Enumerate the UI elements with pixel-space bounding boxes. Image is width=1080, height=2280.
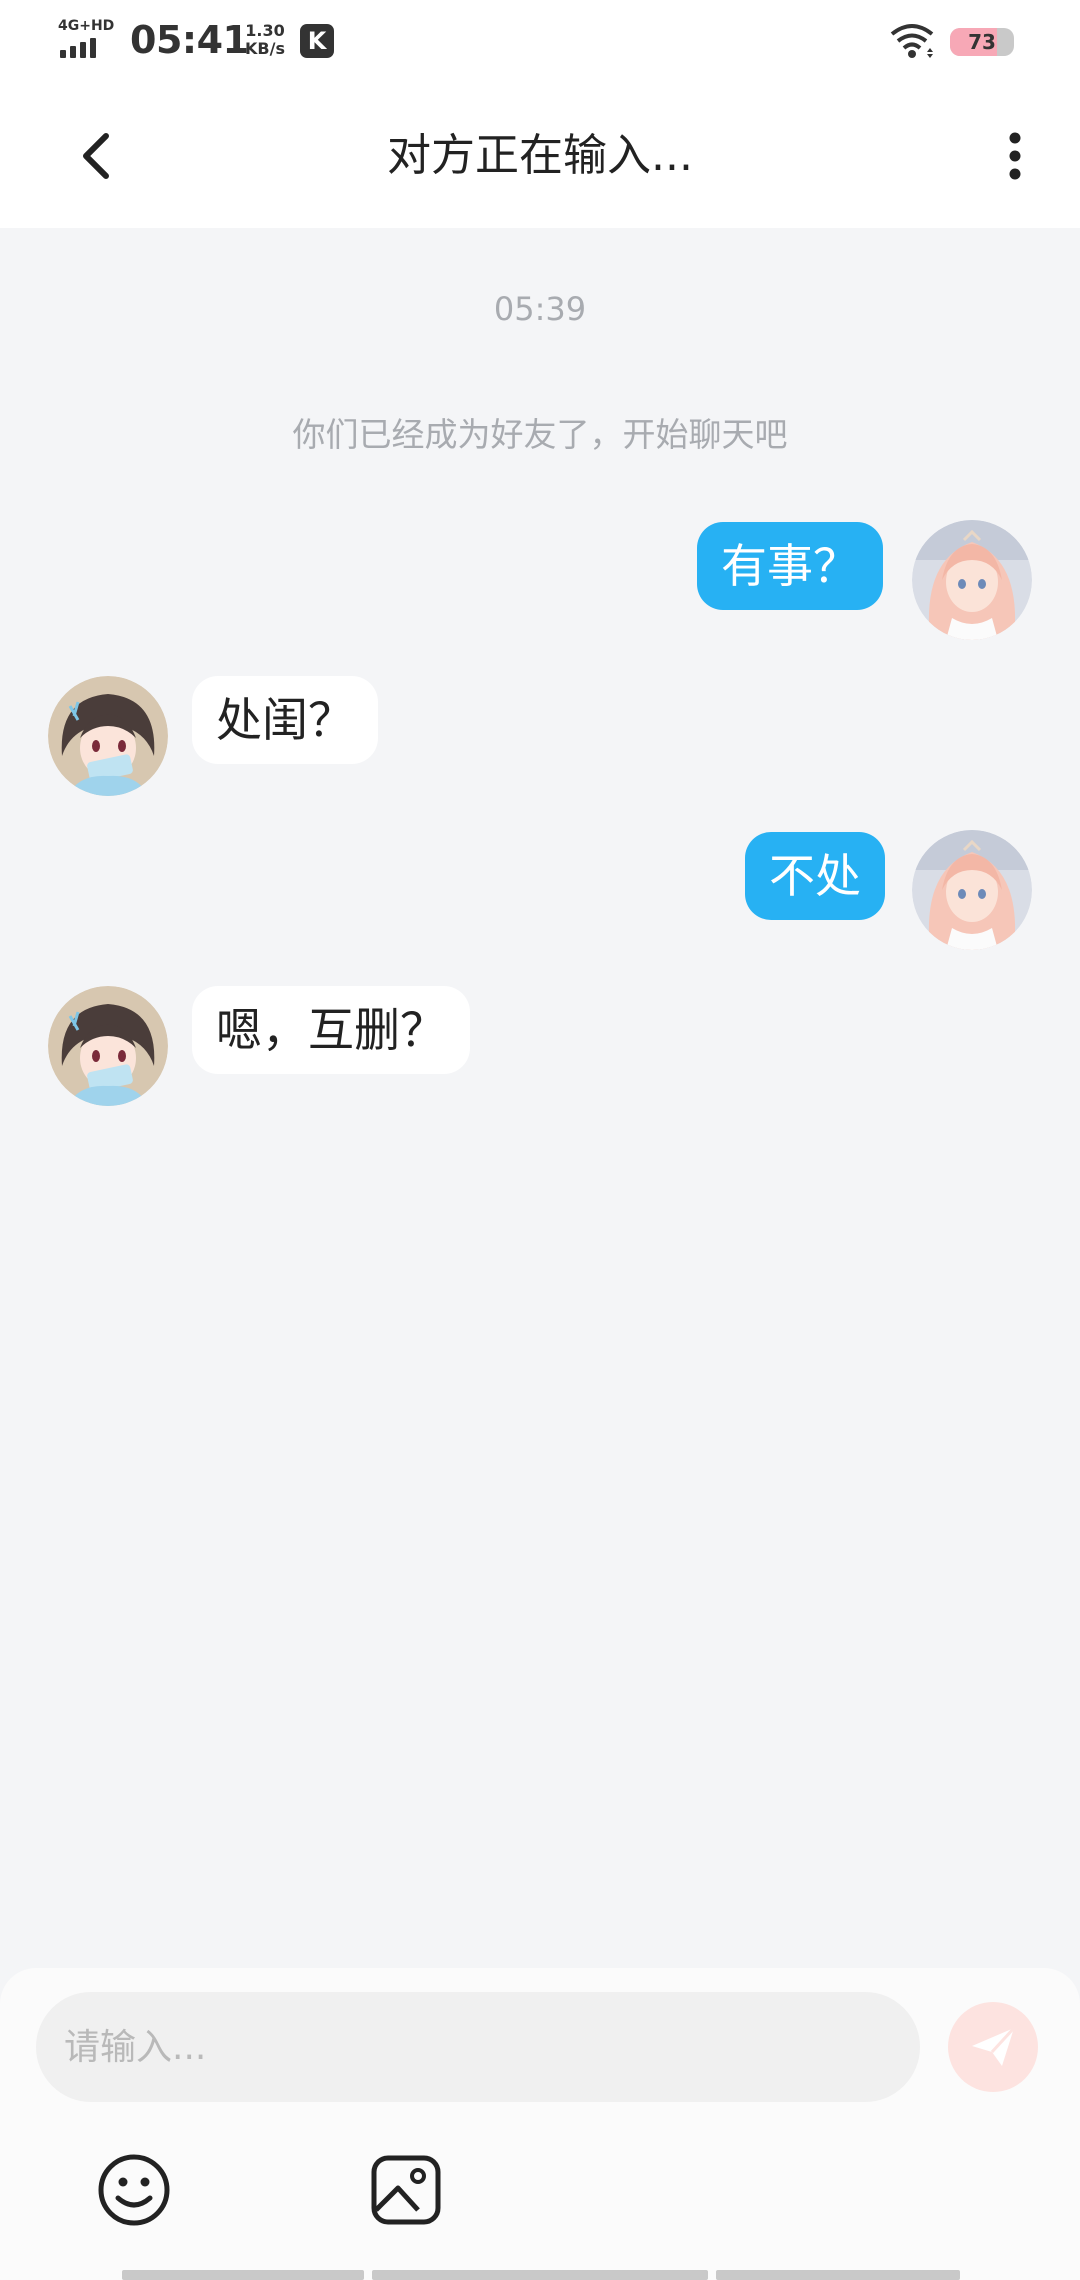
speed-value: 1.30: [245, 21, 285, 40]
smiley-icon[interactable]: [96, 2152, 172, 2228]
outgoing-message-bubble[interactable]: 有事？: [697, 522, 883, 610]
status-bar: 4G+HD 05:41 1.30 KB/s K 73: [0, 0, 1080, 84]
speed-unit: KB/s: [245, 39, 285, 58]
status-time: 05:41: [130, 18, 249, 62]
paper-plane-icon: [972, 2026, 1016, 2066]
chat-header: 对方正在输入...: [0, 84, 1080, 228]
outgoing-message-bubble[interactable]: 不处: [745, 832, 885, 920]
send-button[interactable]: [948, 2002, 1038, 2092]
wifi-icon: [890, 24, 934, 58]
incoming-message-bubble[interactable]: 处闺？: [192, 676, 378, 764]
chat-area[interactable]: 05:39 你们已经成为好友了，开始聊天吧 有事？ 处闺？ 不处 嗯，互删？: [0, 228, 1080, 1968]
system-message: 你们已经成为好友了，开始聊天吧: [292, 415, 788, 454]
my-avatar[interactable]: [912, 520, 1032, 640]
message-timestamp: 05:39: [493, 290, 587, 328]
app-badge-icon: K: [300, 24, 334, 58]
page-title: 对方正在输入...: [387, 130, 693, 181]
nav-bar-segment: [372, 2270, 708, 2280]
message-input[interactable]: [36, 1992, 920, 2102]
network-speed: 1.30 KB/s: [242, 22, 288, 58]
chevron-left-icon[interactable]: [70, 124, 130, 188]
more-vertical-icon[interactable]: [990, 124, 1040, 188]
nav-bar-segment: [122, 2270, 364, 2280]
battery-level: 73: [968, 30, 996, 54]
contact-avatar[interactable]: [48, 676, 168, 796]
network-type: 4G+HD: [58, 18, 115, 34]
contact-avatar[interactable]: [48, 986, 168, 1106]
nav-bar-segment: [716, 2270, 960, 2280]
incoming-message-bubble[interactable]: 嗯，互删？: [192, 986, 470, 1074]
my-avatar[interactable]: [912, 830, 1032, 950]
battery-indicator: 73: [950, 28, 1014, 56]
composer-panel: [0, 1968, 1080, 2280]
image-icon[interactable]: [368, 2152, 444, 2228]
signal-icon: [60, 38, 100, 58]
